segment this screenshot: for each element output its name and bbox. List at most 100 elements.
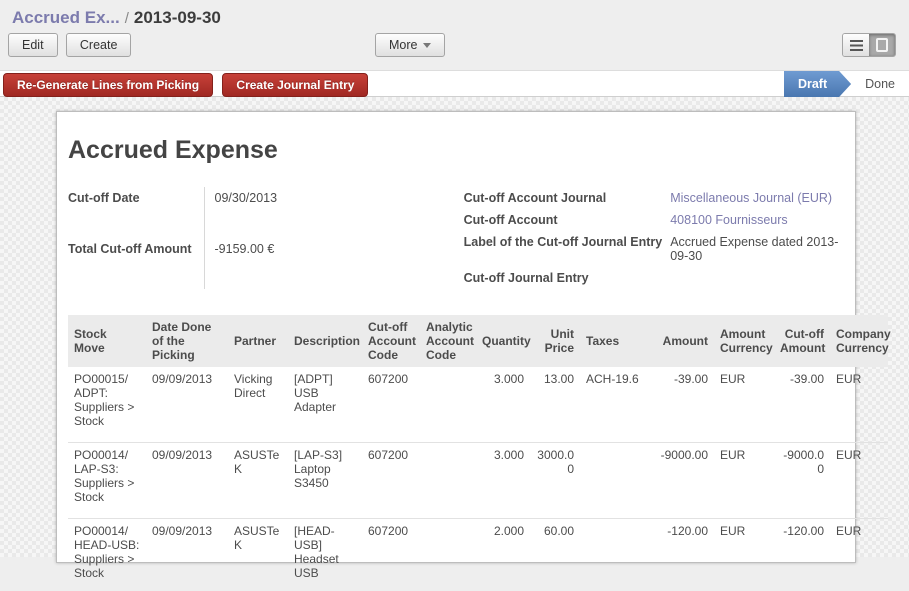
- table-cell[interactable]: EUR: [830, 367, 888, 443]
- table-header-row: Stock MoveDate Done of the PickingPartne…: [68, 315, 888, 367]
- form-view-button[interactable]: [869, 34, 895, 56]
- table-cell[interactable]: EUR: [714, 519, 774, 591]
- table-cell[interactable]: PO00014/ HEAD-USB: Suppliers > Stock: [68, 519, 146, 591]
- table-cell[interactable]: -9000.00: [650, 443, 714, 519]
- table-row[interactable]: PO00014/ LAP-S3: Suppliers > Stock09/09/…: [68, 443, 888, 519]
- toolbar-left: Edit Create: [8, 33, 131, 57]
- more-label: More: [389, 38, 417, 52]
- table-cell[interactable]: ASUSTeK: [228, 443, 288, 519]
- table-header-cell: Cut-off Amount: [774, 315, 830, 367]
- breadcrumb-separator: /: [125, 10, 129, 27]
- table-cell[interactable]: [HEAD-USB] Headset USB: [288, 519, 362, 591]
- table-cell[interactable]: 3.000: [476, 443, 530, 519]
- breadcrumb-current: 2013-09-30: [134, 8, 221, 27]
- field-value-link[interactable]: 408100 Fournisseurs: [670, 209, 844, 231]
- table-header-cell: Unit Price: [530, 315, 580, 367]
- field-label: Cut-off Account: [464, 209, 671, 231]
- table-cell[interactable]: -120.00: [650, 519, 714, 591]
- table-cell[interactable]: [580, 519, 650, 591]
- table-cell[interactable]: -39.00: [774, 367, 830, 443]
- field-row: Cut-off Account408100 Fournisseurs: [464, 209, 844, 231]
- field-groups: Cut-off Date09/30/2013Total Cut-off Amou…: [68, 187, 844, 289]
- table-cell[interactable]: ACH-19.6: [580, 367, 650, 443]
- field-value: Accrued Expense dated 2013-09-30: [670, 231, 844, 267]
- dropdown-caret-icon: [423, 43, 431, 48]
- table-cell[interactable]: 13.00: [530, 367, 580, 443]
- create-button[interactable]: Create: [66, 33, 132, 57]
- lines-table: Stock MoveDate Done of the PickingPartne…: [68, 315, 888, 591]
- table-cell[interactable]: EUR: [714, 367, 774, 443]
- table-header-cell: Taxes: [580, 315, 650, 367]
- field-label: Cut-off Journal Entry: [464, 267, 671, 289]
- table-cell[interactable]: 607200: [362, 367, 420, 443]
- table-row[interactable]: PO00015/ ADPT: Suppliers > Stock09/09/20…: [68, 367, 888, 443]
- page-title: Accrued Expense: [68, 136, 844, 165]
- field-label: Label of the Cut-off Journal Entry: [464, 231, 671, 267]
- field-value: -9159.00 €: [204, 238, 464, 289]
- field-row: Cut-off Date09/30/2013: [68, 187, 464, 238]
- field-group-left: Cut-off Date09/30/2013Total Cut-off Amou…: [68, 187, 464, 289]
- table-cell[interactable]: -120.00: [774, 519, 830, 591]
- field-value-link[interactable]: Miscellaneous Journal (EUR): [670, 187, 844, 209]
- regenerate-lines-button[interactable]: Re-Generate Lines from Picking: [3, 73, 213, 97]
- table-cell[interactable]: 60.00: [530, 519, 580, 591]
- table-cell[interactable]: [ADPT] USB Adapter: [288, 367, 362, 443]
- toolbar: Edit Create More: [0, 30, 909, 70]
- table-header-cell: Stock Move: [68, 315, 146, 367]
- field-value: 09/30/2013: [204, 187, 464, 238]
- field-row: Label of the Cut-off Journal EntryAccrue…: [464, 231, 844, 267]
- table-cell[interactable]: EUR: [714, 443, 774, 519]
- field-group-right: Cut-off Account JournalMiscellaneous Jou…: [464, 187, 844, 289]
- view-switcher: [842, 33, 896, 57]
- table-row[interactable]: PO00014/ HEAD-USB: Suppliers > Stock09/0…: [68, 519, 888, 591]
- table-cell[interactable]: [420, 367, 476, 443]
- table-header-cell: Amount Currency: [714, 315, 774, 367]
- table-cell[interactable]: 2.000: [476, 519, 530, 591]
- table-cell[interactable]: -39.00: [650, 367, 714, 443]
- table-cell[interactable]: 09/09/2013: [146, 367, 228, 443]
- status-done: Done: [851, 71, 909, 97]
- edit-button[interactable]: Edit: [8, 33, 58, 57]
- table-cell[interactable]: Vicking Direct: [228, 367, 288, 443]
- table-header-cell: Cut-off Account Code: [362, 315, 420, 367]
- table-cell[interactable]: [420, 443, 476, 519]
- field-label: Cut-off Account Journal: [464, 187, 671, 209]
- table-cell[interactable]: ASUSTeK: [228, 519, 288, 591]
- form-sheet: Accrued Expense Cut-off Date09/30/2013To…: [56, 111, 856, 563]
- table-cell[interactable]: -9000.00: [774, 443, 830, 519]
- table-cell[interactable]: 607200: [362, 519, 420, 591]
- table-cell[interactable]: 09/09/2013: [146, 519, 228, 591]
- field-label: Cut-off Date: [68, 187, 204, 238]
- field-value: [670, 267, 844, 289]
- table-cell[interactable]: 3.000: [476, 367, 530, 443]
- status-strip: Re-Generate Lines from Picking Create Jo…: [0, 70, 909, 97]
- table-cell[interactable]: PO00015/ ADPT: Suppliers > Stock: [68, 367, 146, 443]
- breadcrumb-parent-link[interactable]: Accrued Ex...: [12, 8, 120, 27]
- field-row: Cut-off Account JournalMiscellaneous Jou…: [464, 187, 844, 209]
- table-cell[interactable]: EUR: [830, 443, 888, 519]
- lines-table-wrap: Stock MoveDate Done of the PickingPartne…: [68, 315, 888, 591]
- table-cell[interactable]: [580, 443, 650, 519]
- table-cell[interactable]: EUR: [830, 519, 888, 591]
- status-draft: Draft: [784, 71, 851, 97]
- table-cell[interactable]: PO00014/ LAP-S3: Suppliers > Stock: [68, 443, 146, 519]
- table-header-cell: Partner: [228, 315, 288, 367]
- form-view-icon: [876, 38, 888, 52]
- table-cell[interactable]: 09/09/2013: [146, 443, 228, 519]
- table-cell[interactable]: [LAP-S3] Laptop S3450: [288, 443, 362, 519]
- field-label: Total Cut-off Amount: [68, 238, 204, 289]
- table-cell[interactable]: 3000.00: [530, 443, 580, 519]
- table-header-cell: Date Done of the Picking: [146, 315, 228, 367]
- list-view-icon: [850, 40, 863, 51]
- list-view-button[interactable]: [843, 34, 869, 56]
- table-header-cell: Amount: [650, 315, 714, 367]
- create-journal-entry-button[interactable]: Create Journal Entry: [222, 73, 368, 97]
- table-cell[interactable]: 607200: [362, 443, 420, 519]
- table-header-cell: Company Currency: [830, 315, 888, 367]
- table-header-cell: Analytic Account Code: [420, 315, 476, 367]
- odoo-form-page: Accrued Ex... / 2013-09-30 Edit Create Mor…: [0, 0, 909, 591]
- table-cell[interactable]: [420, 519, 476, 591]
- main-content: Accrued Expense Cut-off Date09/30/2013To…: [0, 97, 909, 557]
- action-buttons: Re-Generate Lines from Picking Create Jo…: [3, 73, 368, 97]
- more-dropdown-button[interactable]: More: [375, 33, 445, 57]
